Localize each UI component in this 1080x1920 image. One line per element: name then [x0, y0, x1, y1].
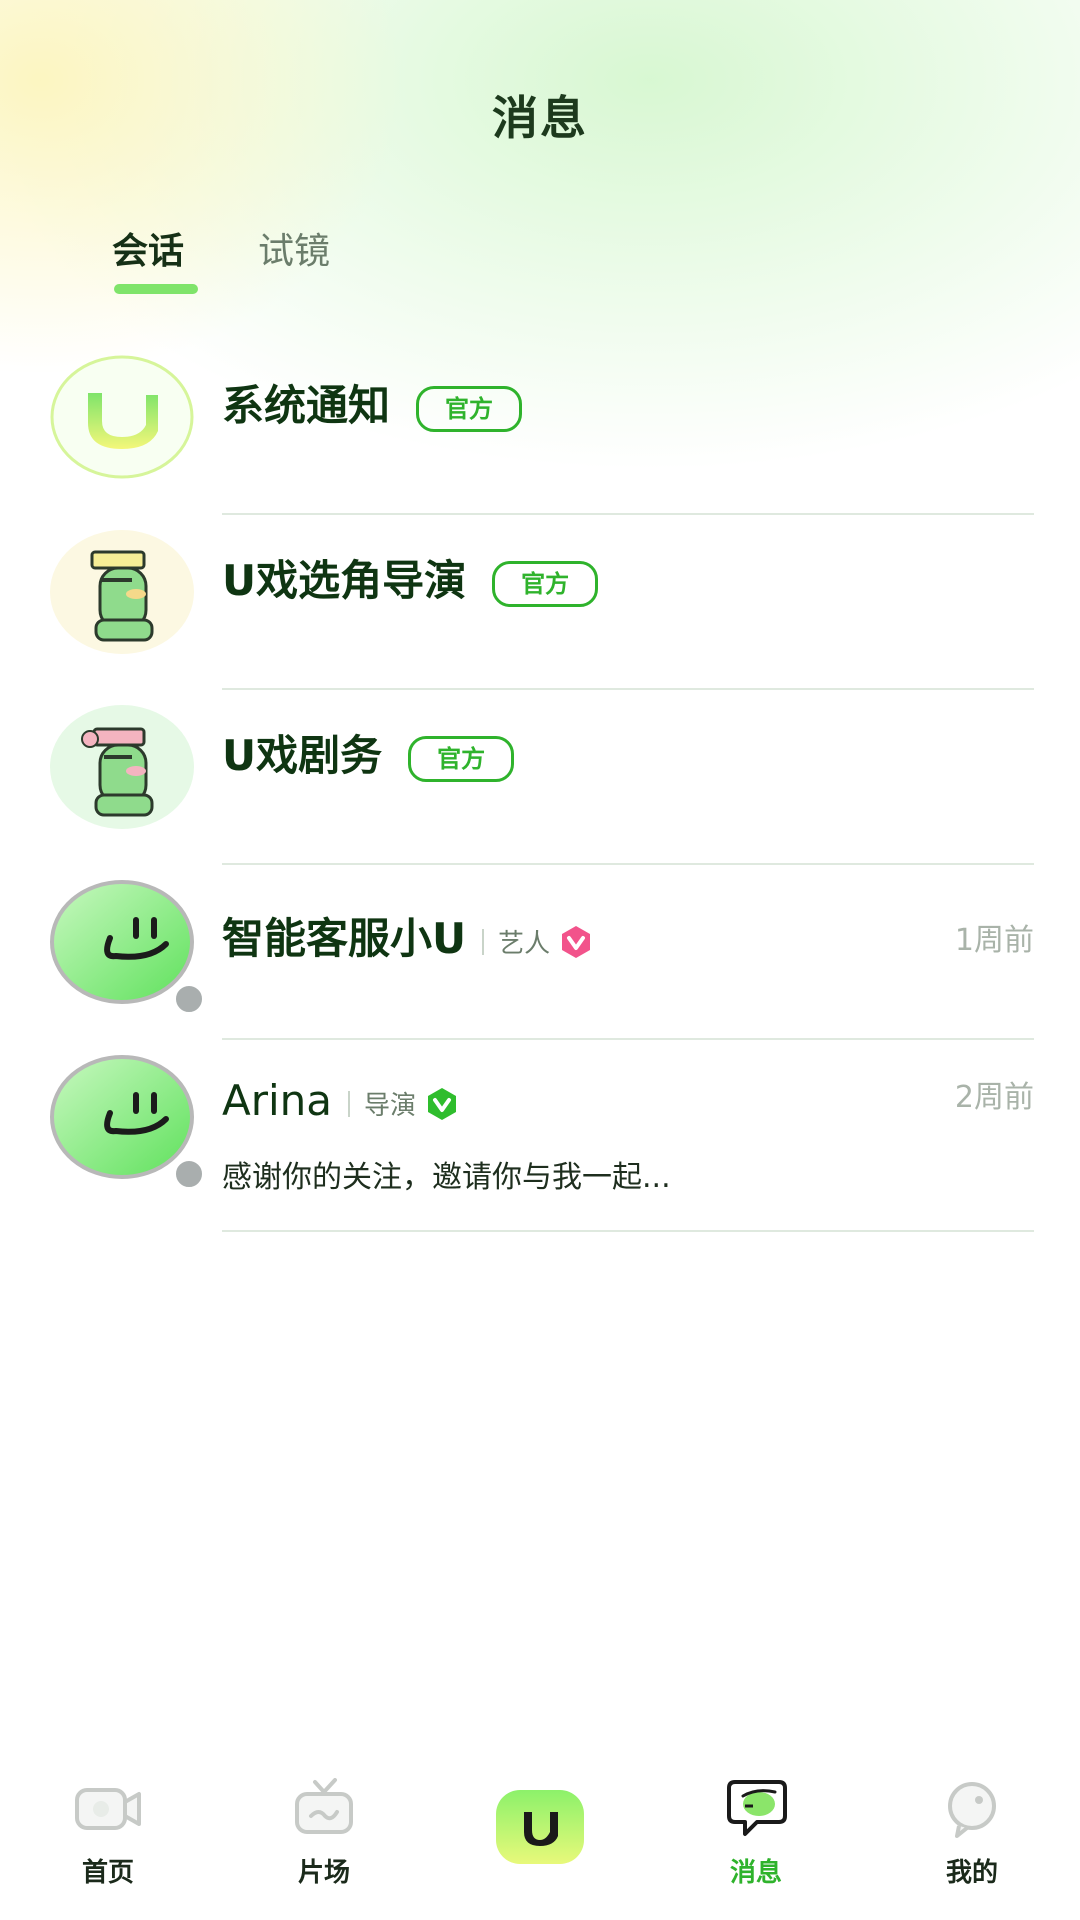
active-tab-indicator — [114, 284, 198, 294]
conversation-time: 1周前 — [954, 923, 1034, 958]
conversation-time: 2周前 — [954, 1080, 1034, 1115]
conversation-name: Arina — [222, 1076, 333, 1125]
u-logo-avatar — [50, 355, 194, 479]
conversation-item-smart-service[interactable]: 智能客服小U 艺人 1周前 — [0, 865, 1080, 1040]
conversation-item-system-notice[interactable]: 系统通知 官方 — [0, 340, 1080, 515]
tabbar-set[interactable]: 片场 — [254, 1760, 394, 1920]
tabbar-messages[interactable]: 消息 — [686, 1760, 826, 1920]
tabbar-label: 片场 — [297, 1858, 350, 1888]
page-title: 消息 — [492, 91, 588, 145]
tabbar-label: 消息 — [729, 1858, 782, 1888]
conversation-item-arina[interactable]: Arina 导演 2周前 感谢你的关注，邀请你与我一起... — [0, 1040, 1080, 1232]
row-divider — [222, 1230, 1034, 1232]
crew-character-avatar — [50, 705, 194, 829]
smiley-avatar — [50, 1055, 206, 1191]
role-divider — [348, 1090, 351, 1117]
conversation-name: U戏选角导演 — [222, 556, 467, 605]
verified-icon — [428, 1087, 457, 1120]
u-logo-icon — [524, 1812, 558, 1846]
official-badge: 官方 — [416, 385, 523, 432]
tabbar-profile[interactable]: 我的 — [902, 1760, 1042, 1920]
bottom-tab-bar: 首页 片场 消息 我的 — [0, 1760, 1080, 1920]
role-divider — [482, 928, 485, 955]
message-icon — [727, 1780, 787, 1836]
verified-icon — [562, 925, 591, 958]
official-badge: 官方 — [408, 735, 515, 782]
message-preview: 感谢你的关注，邀请你与我一起... — [222, 1160, 671, 1195]
tv-icon — [295, 1778, 353, 1834]
tab-conversations[interactable]: 会话 — [112, 222, 184, 274]
camera-icon — [75, 1788, 141, 1830]
status-dot — [172, 982, 206, 1016]
official-badge: 官方 — [492, 560, 599, 607]
center-create-button[interactable] — [496, 1790, 584, 1864]
tab-auditions[interactable]: 试镜 — [258, 222, 330, 274]
tabbar-label: 首页 — [81, 1858, 134, 1888]
conversation-name: 智能客服小U — [222, 914, 467, 963]
profile-icon — [948, 1782, 996, 1838]
role-label: 导演 — [364, 1091, 417, 1121]
tabbar-home[interactable]: 首页 — [38, 1760, 178, 1920]
conversation-name: 系统通知 — [222, 381, 391, 430]
smiley-avatar — [50, 880, 206, 1016]
conversation-name: U戏剧务 — [222, 731, 383, 780]
tabbar-label: 我的 — [945, 1858, 998, 1888]
role-label: 艺人 — [498, 929, 551, 959]
director-character-avatar — [50, 530, 194, 654]
conversation-item-casting-director[interactable]: U戏选角导演 官方 — [0, 515, 1080, 690]
conversation-item-crew[interactable]: U戏剧务 官方 — [0, 690, 1080, 865]
status-dot — [172, 1157, 206, 1191]
